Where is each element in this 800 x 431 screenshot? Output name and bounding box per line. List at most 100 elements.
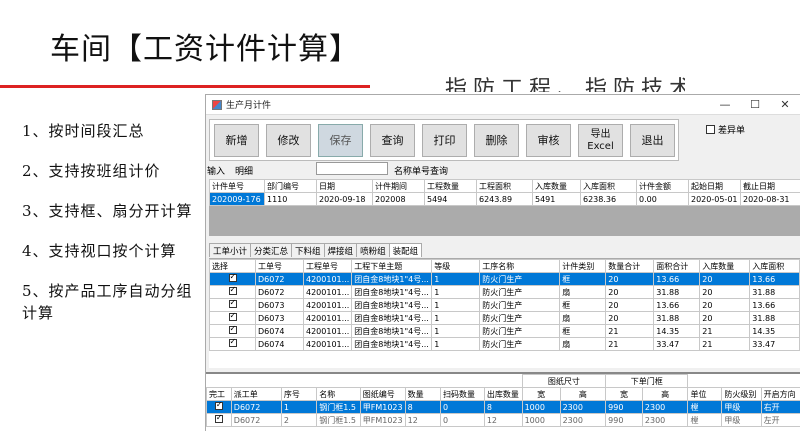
col-header[interactable]: 图纸编号 [359, 387, 406, 401]
edit-button[interactable]: 修改 [266, 124, 311, 157]
cell[interactable]: 2020-08-31 [740, 192, 800, 206]
cell[interactable]: 4200101... [302, 311, 353, 325]
col-header[interactable]: 宽 [521, 387, 561, 401]
cell[interactable]: 1000 [521, 413, 561, 427]
cell[interactable]: 框 [559, 272, 607, 286]
delete-button[interactable]: 删除 [474, 124, 519, 157]
cell[interactable]: 6238.36 [580, 192, 637, 206]
col-header[interactable]: 派工单 [230, 387, 282, 401]
table-row[interactable]: D6074 4200101... 团自金8地块1"4号... 1 防火门生产 框… [209, 324, 800, 338]
select-checkbox[interactable] [228, 313, 237, 321]
cell[interactable]: 21 [605, 337, 655, 351]
select-checkbox[interactable] [228, 339, 237, 347]
table-row[interactable]: 202009-176 1110 2020-09-18 202008 5494 6… [209, 192, 800, 206]
col-header[interactable]: 出库数量 [483, 387, 523, 401]
cell[interactable]: 1 [431, 285, 481, 299]
close-button[interactable]: ✕ [770, 98, 800, 111]
col-header[interactable]: 面积合计 [653, 259, 701, 273]
cell[interactable]: D6072 [255, 272, 304, 286]
cell[interactable]: 团自金8地块1"4号... [351, 298, 433, 312]
col-header[interactable]: 开启方向 [760, 387, 800, 401]
cell[interactable]: 防火门生产 [479, 311, 561, 325]
select-checkbox[interactable] [228, 287, 237, 295]
col-header[interactable]: 入库数量 [699, 259, 751, 273]
cell[interactable]: 2020-05-01 [688, 192, 741, 206]
cell[interactable]: 33.47 [653, 337, 701, 351]
col-header[interactable]: 序号 [280, 387, 318, 401]
col-header[interactable]: 等级 [431, 259, 481, 273]
cell[interactable]: 202008 [372, 192, 425, 206]
cell[interactable]: 4200101... [302, 285, 353, 299]
cell[interactable]: 31.88 [653, 285, 701, 299]
cell[interactable]: 防火门生产 [479, 298, 561, 312]
cell[interactable]: 0 [440, 413, 485, 427]
cell[interactable]: 团自金8地块1"4号... [351, 337, 433, 351]
cell[interactable]: D6072 [255, 285, 304, 299]
cell[interactable]: 21 [699, 324, 751, 338]
cell[interactable]: 团自金8地块1"4号... [351, 311, 433, 325]
col-header[interactable]: 高 [641, 387, 689, 401]
cell[interactable]: 1 [431, 311, 481, 325]
cell[interactable]: 20 [605, 285, 655, 299]
col-header[interactable]: 选择 [209, 259, 256, 273]
cell[interactable]: 左开 [760, 413, 800, 427]
col-header[interactable]: 日期 [316, 179, 373, 193]
col-header[interactable]: 工程数量 [424, 179, 477, 193]
cell[interactable]: 甲FM1023 [359, 413, 406, 427]
cell[interactable]: 31.88 [749, 311, 800, 325]
col-header[interactable]: 工序名称 [479, 259, 561, 273]
select-checkbox[interactable] [228, 300, 237, 308]
cell[interactable]: 2300 [641, 400, 689, 414]
cell[interactable]: D6073 [255, 298, 304, 312]
cell[interactable]: 5494 [424, 192, 477, 206]
col-header[interactable]: 工程下单主题 [351, 259, 433, 273]
print-button[interactable]: 打印 [422, 124, 467, 157]
cell[interactable]: 1 [431, 337, 481, 351]
cell[interactable]: 樘 [687, 400, 723, 414]
cell[interactable]: 团自金8地块1"4号... [351, 285, 433, 299]
cell[interactable]: 防火门生产 [479, 324, 561, 338]
cell[interactable]: 21 [699, 337, 751, 351]
variance-checkbox[interactable]: 差异单 [706, 123, 745, 136]
checkbox-box[interactable] [706, 125, 715, 134]
col-header[interactable]: 计件类别 [559, 259, 607, 273]
col-header[interactable]: 数量合计 [605, 259, 655, 273]
cell[interactable]: 4200101... [302, 324, 353, 338]
cell[interactable]: 14.35 [749, 324, 800, 338]
cell[interactable]: 20 [605, 298, 655, 312]
col-header[interactable]: 工程面积 [476, 179, 533, 193]
table-row[interactable]: D6072 4200101... 团自金8地块1"4号... 1 防火门生产 扇… [209, 285, 800, 299]
tab-ticket-subtotal[interactable]: 工单小计 [209, 243, 252, 257]
cell[interactable]: 甲级 [721, 400, 762, 414]
cell[interactable]: D6072 [230, 413, 282, 427]
cell[interactable]: 8 [404, 400, 442, 414]
cell[interactable]: 扇 [559, 311, 607, 325]
col-header[interactable]: 数量 [404, 387, 442, 401]
cell[interactable]: 20 [699, 285, 751, 299]
col-header[interactable]: 防火级别 [721, 387, 762, 401]
col-header[interactable]: 宽 [605, 387, 643, 401]
col-header[interactable]: 部门编号 [264, 179, 317, 193]
cell[interactable]: 2300 [641, 413, 689, 427]
cell[interactable]: 13.66 [749, 298, 800, 312]
cell[interactable]: 1110 [264, 192, 317, 206]
cell[interactable]: 樘 [687, 413, 723, 427]
cell[interactable]: D6073 [255, 311, 304, 325]
cell[interactable]: 31.88 [653, 311, 701, 325]
col-header[interactable]: 工程单号 [302, 259, 353, 273]
cell[interactable]: 2020-09-18 [316, 192, 373, 206]
col-header[interactable]: 起始日期 [688, 179, 741, 193]
col-header[interactable]: 工单号 [255, 259, 304, 273]
cell[interactable]: 1 [280, 400, 318, 414]
cell[interactable]: 4200101... [302, 272, 353, 286]
cell[interactable]: 甲级 [721, 413, 762, 427]
tab-assembly-group[interactable]: 装配组 [388, 243, 423, 257]
maximize-button[interactable]: ☐ [740, 98, 770, 111]
tab-category-summary[interactable]: 分类汇总 [250, 243, 293, 257]
col-header[interactable]: 入库面积 [580, 179, 637, 193]
col-header[interactable]: 计件单号 [209, 179, 265, 193]
tab-powder-group[interactable]: 喷粉组 [356, 243, 390, 257]
cell[interactable]: 右开 [760, 400, 800, 414]
window-titlebar[interactable]: 生产月计件 — ☐ ✕ [206, 95, 800, 115]
cell[interactable]: 33.47 [749, 337, 800, 351]
